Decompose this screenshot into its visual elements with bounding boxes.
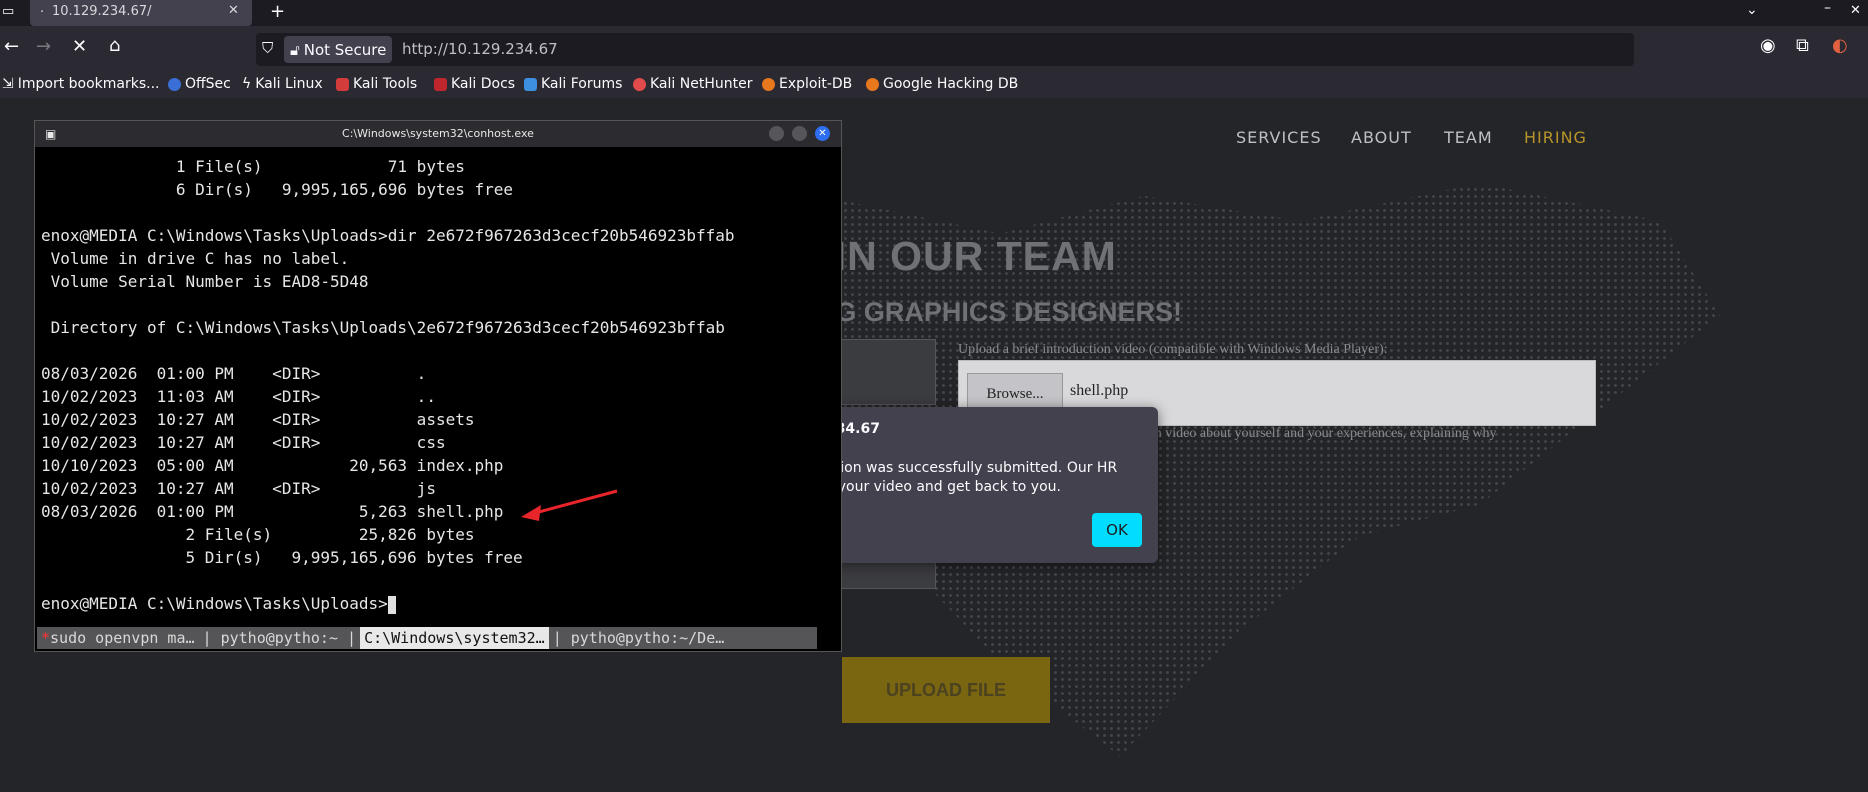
account-icon[interactable]: ◉	[1760, 35, 1776, 56]
kali-forums-icon	[524, 77, 537, 91]
security-label: Not Secure	[303, 40, 387, 59]
forward-arrow-icon[interactable]: →	[36, 36, 51, 57]
bookmark-kali-nethunter[interactable]: Kali NetHunter	[633, 76, 752, 92]
ok-button[interactable]: OK	[1092, 513, 1142, 547]
red-arrow-annotation	[521, 489, 618, 521]
console-line: 08/03/2026 01:00 PM 5,263 shell.php	[41, 502, 504, 521]
offsec-icon	[168, 77, 181, 91]
kali-tools-icon	[336, 77, 349, 91]
ghdb-icon	[866, 77, 879, 91]
console-line: 2 File(s) 25,826 bytes	[41, 525, 475, 544]
console-line: 10/10/2023 05:00 AM 20,563 index.php	[41, 456, 504, 475]
console-output[interactable]: 1 File(s) 71 bytes 6 Dir(s) 9,995,165,69…	[41, 155, 837, 614]
import-icon: ⇲	[2, 76, 14, 92]
arrow-head	[521, 505, 541, 521]
bookmark-google-hacking-db[interactable]: Google Hacking DB	[866, 76, 1018, 92]
tmux-window-2[interactable]: C:\Windows\system32…	[360, 627, 549, 649]
console-line: 10/02/2023 10:27 AM <DIR> css	[41, 433, 446, 452]
bookmark-kali-docs[interactable]: Kali Docs	[434, 76, 515, 92]
tab-overview-icon[interactable]: ▭	[2, 4, 14, 19]
conhost-titlebar[interactable]: ▣ C:\Windows\system32\conhost.exe ✕	[35, 121, 841, 147]
tmux-window-label: C:\Windows\system32…	[364, 629, 545, 647]
kali-dragon-icon: ϟ	[242, 76, 252, 92]
upload-label: Upload a brief introduction video (compa…	[958, 342, 1388, 357]
bookmark-offsec[interactable]: OffSec	[168, 76, 231, 92]
bookmark-import[interactable]: ⇲ Import bookmarks...	[2, 76, 160, 92]
new-tab-icon[interactable]: +	[270, 1, 285, 22]
security-indicator[interactable]: 🔓︎ Not Secure	[284, 36, 393, 63]
description-label: tion video about yourself and your exper…	[1140, 426, 1497, 441]
close-window-icon[interactable]: ✕	[1850, 3, 1861, 18]
nav-about[interactable]: ABOUT	[1351, 128, 1412, 147]
tmux-window-0[interactable]: *sudo openvpn ma…	[37, 627, 199, 649]
tmux-activity-marker: *	[41, 629, 51, 647]
console-line: 10/02/2023 10:27 AM <DIR> assets	[41, 410, 475, 429]
shield-icon[interactable]: ⛉	[262, 39, 273, 57]
bookmark-kali-forums[interactable]: Kali Forums	[524, 76, 622, 92]
stop-loading-icon[interactable]: ✕	[72, 36, 87, 57]
conhost-close-icon[interactable]: ✕	[815, 126, 830, 141]
tmux-window-label: | pytho@pytho:~ |	[202, 629, 357, 647]
console-line: Directory of C:\Windows\Tasks\Uploads\2e…	[41, 318, 725, 337]
conhost-minimize-icon[interactable]	[769, 126, 784, 141]
home-icon[interactable]: ⌂	[109, 35, 120, 56]
kali-docs-icon	[434, 77, 447, 91]
bookmarks-toolbar: ⇲ Import bookmarks... OffSec ϟ Kali Linux …	[0, 72, 1868, 98]
extensions-icon[interactable]: ⧉	[1796, 35, 1809, 56]
tmux-window-1[interactable]: | pytho@pytho:~ |	[199, 627, 361, 649]
tab-close-icon[interactable]: ✕	[228, 3, 239, 18]
console-line: 10/02/2023 11:03 AM <DIR> ..	[41, 387, 436, 406]
active-tab[interactable]: · 10.129.234.67/ ✕	[30, 0, 252, 26]
extension-app-icon[interactable]: ◐	[1832, 35, 1848, 56]
bookmark-kali-tools[interactable]: Kali Tools	[336, 76, 417, 92]
console-cursor	[387, 595, 396, 614]
exploit-db-icon	[762, 77, 775, 91]
conhost-title: C:\Windows\system32\conhost.exe	[342, 127, 534, 140]
upload-file-button[interactable]: UPLOAD FILE	[842, 657, 1050, 723]
nethunter-icon	[633, 77, 646, 91]
tab-bar: ▭ · 10.129.234.67/ ✕ + ⌄ – ✕	[0, 0, 1868, 26]
bookmark-kali-linux[interactable]: ϟ Kali Linux	[242, 76, 323, 92]
console-line: 5 Dir(s) 9,995,165,696 bytes free	[41, 548, 523, 567]
tmux-window-3[interactable]: | pytho@pytho:~/De…	[549, 627, 729, 649]
console-line: 1 File(s) 71 bytes	[41, 157, 465, 176]
conhost-app-icon: ▣	[45, 127, 57, 141]
insecure-lock-icon: 🔓︎	[290, 40, 300, 59]
console-line: enox@MEDIA C:\Windows\Tasks\Uploads>dir …	[41, 226, 735, 245]
tab-list-chevron-icon[interactable]: ⌄	[1746, 2, 1758, 18]
tmux-status-bar: *sudo openvpn ma… | pytho@pytho:~ | C:\W…	[37, 627, 817, 649]
tab-title: 10.129.234.67/	[52, 4, 152, 19]
console-line: enox@MEDIA C:\Windows\Tasks\Uploads>	[41, 592, 837, 615]
console-line: 6 Dir(s) 9,995,165,696 bytes free	[41, 180, 514, 199]
tmux-window-label: | pytho@pytho:~/De…	[552, 629, 725, 647]
console-line: Volume in drive C has no label.	[41, 249, 350, 268]
nav-services[interactable]: SERVICES	[1236, 128, 1322, 147]
url-bar[interactable]: ⛉ 🔓︎ Not Secure http://10.129.234.67	[256, 33, 1634, 66]
nav-hiring[interactable]: HIRING	[1524, 128, 1587, 147]
url-text[interactable]: http://10.129.234.67	[402, 40, 558, 58]
back-arrow-icon[interactable]: ←	[4, 36, 19, 57]
bookmark-exploit-db[interactable]: Exploit-DB	[762, 76, 852, 92]
arrow-shaft	[534, 489, 618, 515]
console-line: 10/02/2023 10:27 AM <DIR> js	[41, 479, 436, 498]
console-line: 08/03/2026 01:00 PM <DIR> .	[41, 364, 427, 383]
conhost-maximize-icon[interactable]	[792, 126, 807, 141]
console-line: Volume Serial Number is EAD8-5D48	[41, 272, 369, 291]
nav-team[interactable]: TEAM	[1444, 128, 1493, 147]
tab-favicon-icon: ·	[40, 5, 45, 20]
conhost-window[interactable]: ▣ C:\Windows\system32\conhost.exe ✕ 1 Fi…	[34, 120, 842, 652]
selected-file-name: shell.php	[1070, 382, 1129, 399]
tmux-window-label: sudo openvpn ma…	[50, 629, 195, 647]
minimize-icon[interactable]: –	[1824, 0, 1831, 16]
